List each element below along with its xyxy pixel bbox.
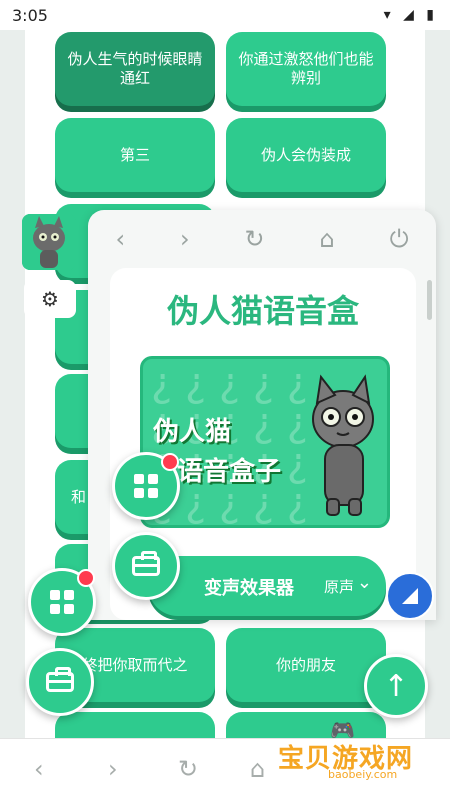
voice-effect-selector[interactable]: 变声效果器 原声 ⌄ bbox=[148, 556, 386, 616]
back-icon[interactable]: ‹ bbox=[115, 225, 125, 253]
grid-menu-button[interactable] bbox=[112, 452, 180, 520]
home-icon[interactable]: ⌂ bbox=[319, 225, 334, 253]
status-icons: ▾ ◢ ▮ bbox=[383, 7, 438, 23]
scroll-top-button[interactable]: ↑ bbox=[364, 654, 428, 718]
status-time: 3:05 bbox=[12, 6, 48, 25]
notification-dot bbox=[77, 569, 95, 587]
scrollbar[interactable] bbox=[427, 280, 432, 320]
back-icon[interactable]: ‹ bbox=[34, 755, 44, 783]
forward-icon[interactable]: › bbox=[180, 225, 190, 253]
cat-illustration bbox=[312, 374, 374, 516]
settings-button[interactable]: ⚙ bbox=[24, 280, 76, 318]
left-gutter bbox=[0, 30, 25, 738]
tile-anger-detect[interactable]: 你通过激怒他们也能辨别 bbox=[226, 32, 386, 106]
panel-nav-row: ‹ › ↻ ⌂ ⏻ bbox=[88, 210, 436, 268]
banner-line-2: 语音盒子 bbox=[177, 457, 282, 487]
watermark-logo: 🎮 宝贝游戏网 baobeiy.com bbox=[268, 718, 438, 781]
effect-value: 原声 bbox=[324, 578, 355, 596]
status-bar: 3:05 ▾ ◢ ▮ bbox=[0, 0, 450, 30]
toolbox-icon bbox=[132, 551, 160, 576]
banner-image: ¿ ¿ ¿ ¿ ¿ ¿ ¿ ¿ ¿ ¿ ¿ ¿ ¿ ¿ ¿ ¿ ¿ ¿ ¿ ¿ … bbox=[140, 356, 390, 528]
watermark-url: baobeiy.com bbox=[328, 768, 398, 781]
tile-your-friend[interactable]: 你的朋友 bbox=[226, 628, 386, 702]
tile-angry-eyes[interactable]: 伪人生气的时候眼睛通红 bbox=[55, 32, 215, 106]
toolbox-button[interactable] bbox=[112, 532, 180, 600]
forward-icon[interactable]: › bbox=[108, 755, 118, 783]
refresh-icon[interactable]: ↻ bbox=[244, 225, 264, 253]
banner-line-1: 伪人猫 bbox=[153, 417, 232, 447]
power-icon[interactable]: ⏻ bbox=[390, 225, 409, 253]
cat-avatar[interactable] bbox=[22, 214, 76, 270]
arrow-up-icon: ↑ bbox=[383, 668, 409, 704]
gear-icon: ⚙ bbox=[41, 287, 59, 311]
page-title: 伪人猫语音盒 bbox=[166, 292, 359, 330]
grid-icon bbox=[50, 590, 74, 614]
tile-disguise[interactable]: 伪人会伪装成 bbox=[226, 118, 386, 192]
refresh-icon[interactable]: ↻ bbox=[178, 755, 198, 783]
grid-icon bbox=[134, 474, 158, 498]
resize-button[interactable] bbox=[386, 572, 434, 620]
grid-menu-button-2[interactable] bbox=[28, 568, 96, 636]
tile-third[interactable]: 第三 bbox=[55, 118, 215, 192]
effect-label: 变声效果器 bbox=[204, 578, 294, 599]
resize-icon bbox=[402, 588, 418, 604]
notification-dot bbox=[161, 453, 179, 471]
toolbox-button-2[interactable] bbox=[26, 648, 94, 716]
toolbox-icon bbox=[46, 667, 74, 692]
home-icon[interactable]: ⌂ bbox=[250, 755, 265, 783]
chevron-down-icon: ⌄ bbox=[356, 572, 372, 593]
